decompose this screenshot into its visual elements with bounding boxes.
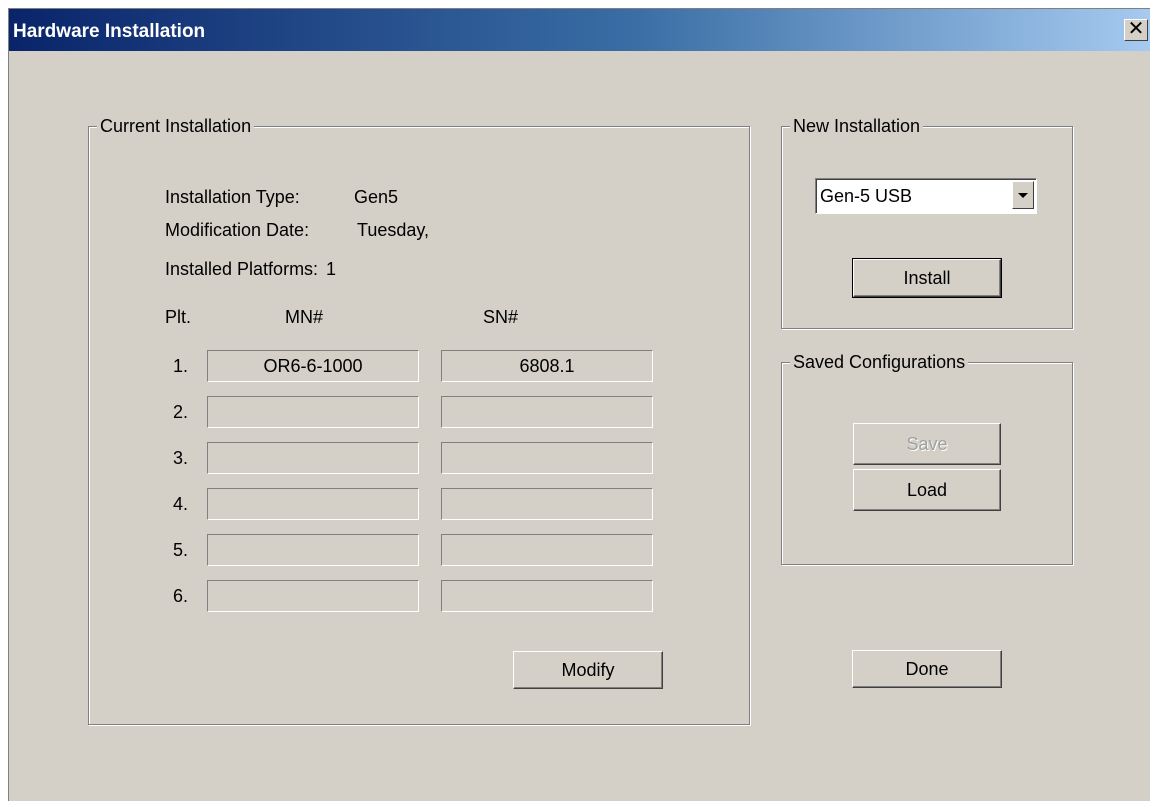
new-installation-legend: New Installation <box>790 116 924 137</box>
mn-field <box>207 488 419 520</box>
sn-field <box>441 488 653 520</box>
modification-date-value: Tuesday, <box>357 220 430 240</box>
done-button-label: Done <box>905 659 949 679</box>
sn-field <box>441 442 653 474</box>
platform-row-number: 2. <box>173 402 189 422</box>
mn-field <box>207 442 419 474</box>
mn-field <box>207 534 419 566</box>
new-installation-group: New Installation Gen-5 USB Install <box>781 116 1073 329</box>
current-installation-group: Current Installation Installation Type: … <box>88 116 750 725</box>
current-installation-legend: Current Installation <box>97 116 255 137</box>
column-header-plt: Plt. <box>165 307 192 327</box>
installed-platforms-label: Installed Platforms: <box>165 259 319 279</box>
column-header-sn: SN# <box>483 307 519 327</box>
column-header-mn: MN# <box>285 307 324 327</box>
hardware-installation-dialog: Hardware Installation ✕ Current Installa… <box>8 8 1150 801</box>
close-icon: ✕ <box>1127 18 1145 40</box>
sn-field: 6808.1 <box>441 350 653 382</box>
mn-field <box>207 580 419 612</box>
load-button-label: Load <box>906 480 948 500</box>
installation-type-label: Installation Type: <box>165 187 300 207</box>
installation-type-selected: Gen-5 USB <box>820 186 913 206</box>
platform-row-number: 4. <box>173 494 189 514</box>
sn-field <box>441 396 653 428</box>
modify-button[interactable]: Modify <box>513 651 663 689</box>
save-button[interactable]: Save <box>853 423 1001 465</box>
saved-configurations-legend: Saved Configurations <box>790 352 969 373</box>
modify-button-label: Modify <box>561 660 615 680</box>
platform-row-number: 6. <box>173 586 189 606</box>
close-button[interactable]: ✕ <box>1124 19 1148 41</box>
mn-field: OR6-6-1000 <box>207 350 419 382</box>
done-button[interactable]: Done <box>852 650 1002 688</box>
title-bar[interactable]: Hardware Installation ✕ <box>9 9 1150 51</box>
window-title: Hardware Installation <box>13 21 206 42</box>
install-button[interactable]: Install <box>852 258 1002 298</box>
platform-row-number: 1. <box>173 356 189 376</box>
platform-row-number: 3. <box>173 448 189 468</box>
load-button[interactable]: Load <box>853 469 1001 511</box>
save-button-label: Save <box>906 434 948 454</box>
sn-field <box>441 534 653 566</box>
modification-date-label: Modification Date: <box>165 220 310 240</box>
platform-row-number: 5. <box>173 540 189 560</box>
chevron-down-icon[interactable] <box>1012 181 1034 209</box>
install-button-label: Install <box>903 268 951 288</box>
installation-type-select[interactable]: Gen-5 USB <box>815 178 1037 214</box>
saved-configurations-group: Saved Configurations Save Load <box>781 352 1073 565</box>
sn-field <box>441 580 653 612</box>
mn-field <box>207 396 419 428</box>
installed-platforms-value: 1 <box>326 259 337 279</box>
installation-type-value: Gen5 <box>354 187 399 207</box>
